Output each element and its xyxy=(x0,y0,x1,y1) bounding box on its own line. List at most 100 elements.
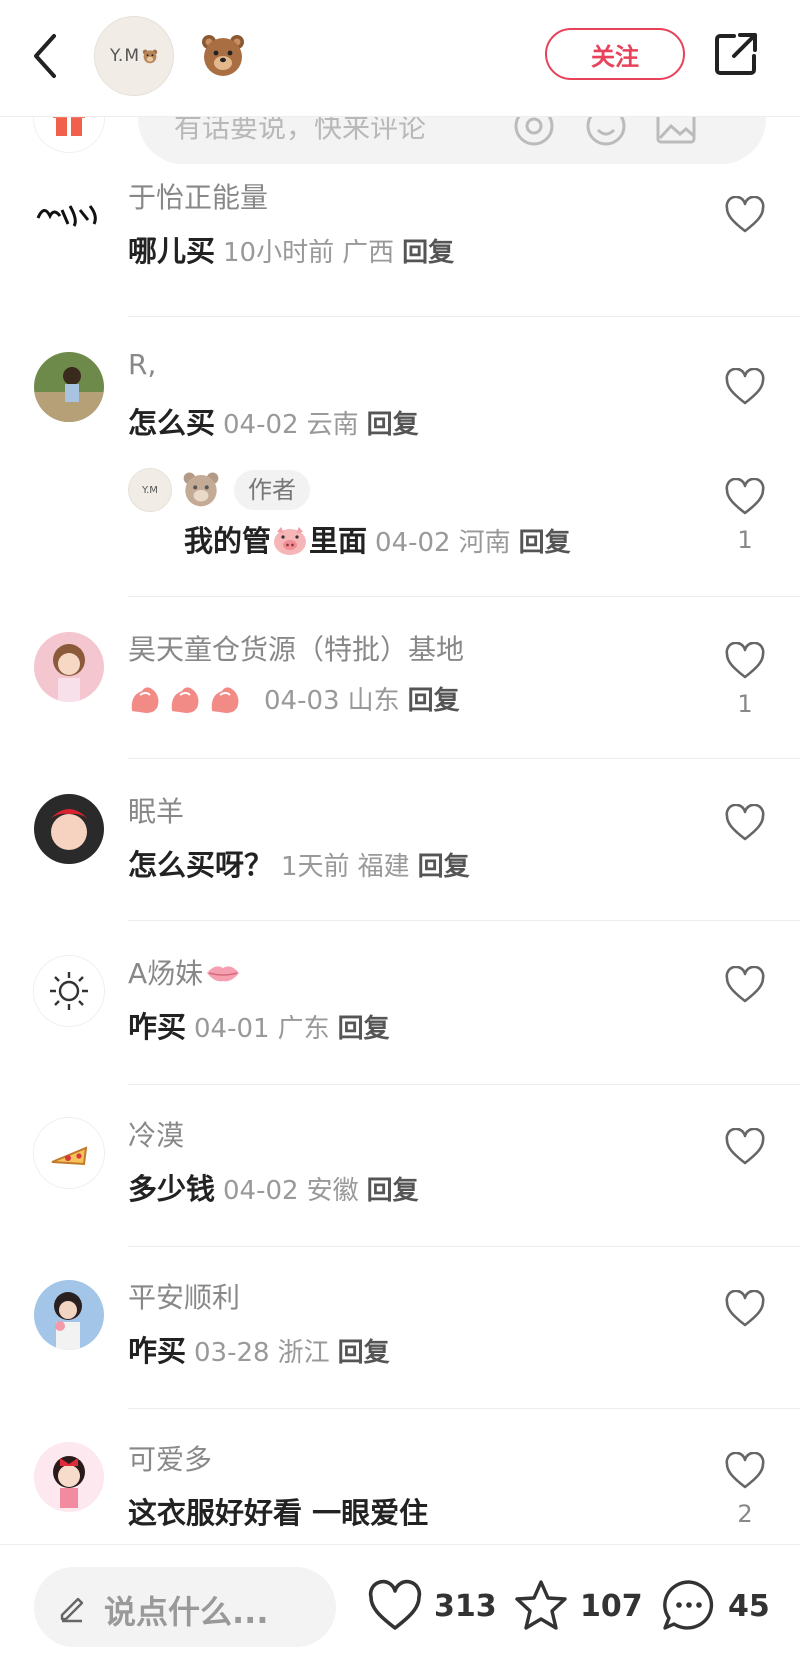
follow-button[interactable]: 关注 xyxy=(545,28,685,80)
comment-time: 10小时前 xyxy=(223,238,335,268)
reply-button[interactable]: 回复 xyxy=(402,238,454,268)
photo-avatar[interactable] xyxy=(34,352,104,422)
comment-time: 1天前 xyxy=(281,852,350,882)
reply-avatar-text: Y.M xyxy=(142,484,158,496)
comment-time: 04-02 xyxy=(223,1176,299,1206)
divider xyxy=(128,316,800,317)
username-text: A炀妹 xyxy=(128,957,204,990)
comment-body: 咋买 04-01 广东 回复 xyxy=(128,1004,390,1046)
like-heart-icon[interactable] xyxy=(724,1290,766,1328)
like-heart-icon[interactable] xyxy=(724,368,766,406)
top-bar: Y.M 关注 xyxy=(0,0,800,117)
comment-location: 广西 xyxy=(342,238,395,268)
reply-body: 我的管 里面 04-02 河南 回复 xyxy=(184,518,571,560)
comment-location: 广东 xyxy=(277,1014,330,1044)
comment-time: 03-28 xyxy=(194,1338,270,1368)
reply-author-avatar[interactable]: Y.M xyxy=(128,468,172,512)
photo-avatar[interactable] xyxy=(34,1280,104,1350)
comment-username[interactable]: 眠羊 xyxy=(128,790,184,830)
comment-username[interactable]: 可爱多 xyxy=(128,1438,212,1478)
like-heart-icon[interactable] xyxy=(724,478,766,516)
reply-text-before: 我的管 xyxy=(184,524,272,558)
comment-body: 怎么买 04-02 云南 回复 xyxy=(128,400,419,442)
comment-username[interactable]: 平安顺利 xyxy=(128,1276,240,1316)
comment-text: 怎么买呀？ xyxy=(128,848,274,882)
collect-button[interactable]: 107 xyxy=(512,1573,643,1639)
comment-count: 45 xyxy=(728,1588,770,1624)
comment-body: 怎么买呀？ 1天前 福建 回复 xyxy=(128,842,470,884)
cartoon-avatar[interactable] xyxy=(34,794,104,864)
divider xyxy=(128,596,800,597)
comment-text: 这衣服好好看 一眼爱住 xyxy=(128,1496,429,1530)
comment-time: 04-01 xyxy=(194,1014,270,1044)
cartoon-avatar[interactable] xyxy=(34,1442,104,1512)
comment-location: 浙江 xyxy=(277,1338,330,1368)
comment-username[interactable]: 于怡正能量 xyxy=(128,176,268,216)
reply-location: 河南 xyxy=(458,528,511,558)
reply-button[interactable]: 回复 xyxy=(367,1176,419,1206)
like-count: 1 xyxy=(737,526,753,554)
comment-body: 这衣服好好看 一眼爱住 xyxy=(128,1490,428,1532)
bear-icon xyxy=(183,472,219,507)
bottom-action-bar: 说点什么... 313 107 45 xyxy=(0,1544,800,1669)
comment-body: 哪儿买 10小时前 广西 回复 xyxy=(128,228,454,270)
share-icon[interactable] xyxy=(712,30,760,78)
pizza-avatar[interactable] xyxy=(34,1118,104,1188)
comment-text: 哪儿买 xyxy=(128,234,216,268)
chat-bubble-icon xyxy=(663,1580,714,1630)
comment-button[interactable]: 45 xyxy=(660,1573,770,1639)
like-heart-icon[interactable] xyxy=(724,196,766,234)
say-placeholder: 说点什么... xyxy=(104,1593,269,1631)
comment-location: 安徽 xyxy=(306,1176,359,1206)
like-button[interactable]: 313 xyxy=(366,1573,497,1639)
comment-username[interactable]: 冷漠 xyxy=(128,1114,184,1154)
strong-arm-emoji-icon xyxy=(131,687,239,713)
back-arrow-icon[interactable] xyxy=(26,28,66,84)
reply-button[interactable]: 回复 xyxy=(338,1014,390,1044)
comment-username[interactable]: R, xyxy=(128,348,156,381)
star-count: 107 xyxy=(580,1588,643,1624)
comment-location: 山东 xyxy=(347,686,400,716)
comment-username[interactable]: 昊天童仓货源（特批）基地 xyxy=(128,628,464,668)
comment-text: 多少钱 xyxy=(128,1172,216,1206)
say-something-input[interactable]: 说点什么... xyxy=(34,1567,336,1647)
like-heart-icon[interactable] xyxy=(724,804,766,842)
comment-time: 04-03 xyxy=(264,686,340,716)
photo-avatar[interactable] xyxy=(34,632,104,702)
reply-button[interactable]: 回复 xyxy=(338,1338,390,1368)
comment-location: 云南 xyxy=(306,410,359,440)
reply-time: 04-02 xyxy=(375,528,451,558)
reply-button[interactable]: 回复 xyxy=(519,528,571,558)
comment-username[interactable]: A炀妹 xyxy=(128,952,241,992)
author-name-bear-icon[interactable] xyxy=(200,32,246,78)
author-avatar-text: Y.M xyxy=(109,46,140,66)
bear-icon xyxy=(142,49,158,64)
comment-text: 怎么买 xyxy=(128,406,216,440)
comment-time: 04-02 xyxy=(223,410,299,440)
author-tag: 作者 xyxy=(234,470,310,510)
reply-button[interactable]: 回复 xyxy=(367,410,419,440)
divider xyxy=(128,1246,800,1247)
like-heart-icon[interactable] xyxy=(724,966,766,1004)
divider xyxy=(128,920,800,921)
sun-avatar[interactable] xyxy=(34,956,104,1026)
pencil-icon xyxy=(60,1597,84,1623)
like-heart-icon[interactable] xyxy=(724,1128,766,1166)
reply-button[interactable]: 回复 xyxy=(408,686,460,716)
reply-button[interactable]: 回复 xyxy=(418,852,470,882)
divider xyxy=(128,758,800,759)
like-heart-icon[interactable] xyxy=(724,1452,766,1490)
like-heart-icon[interactable] xyxy=(724,642,766,680)
divider xyxy=(128,1084,800,1085)
comment-text: 咋买 xyxy=(128,1334,187,1368)
divider xyxy=(128,1408,800,1409)
calligraphy-avatar[interactable] xyxy=(34,180,104,250)
author-avatar[interactable]: Y.M xyxy=(94,16,174,96)
heart-icon xyxy=(368,1579,422,1630)
pig-emoji-icon xyxy=(274,527,307,555)
comment-body: 04-03 山东 回复 xyxy=(128,680,460,717)
comment-text: 咋买 xyxy=(128,1010,187,1044)
comment-body: 咋买 03-28 浙江 回复 xyxy=(128,1328,390,1370)
like-count: 2 xyxy=(737,1500,753,1528)
reply-text-after: 里面 xyxy=(309,524,368,558)
